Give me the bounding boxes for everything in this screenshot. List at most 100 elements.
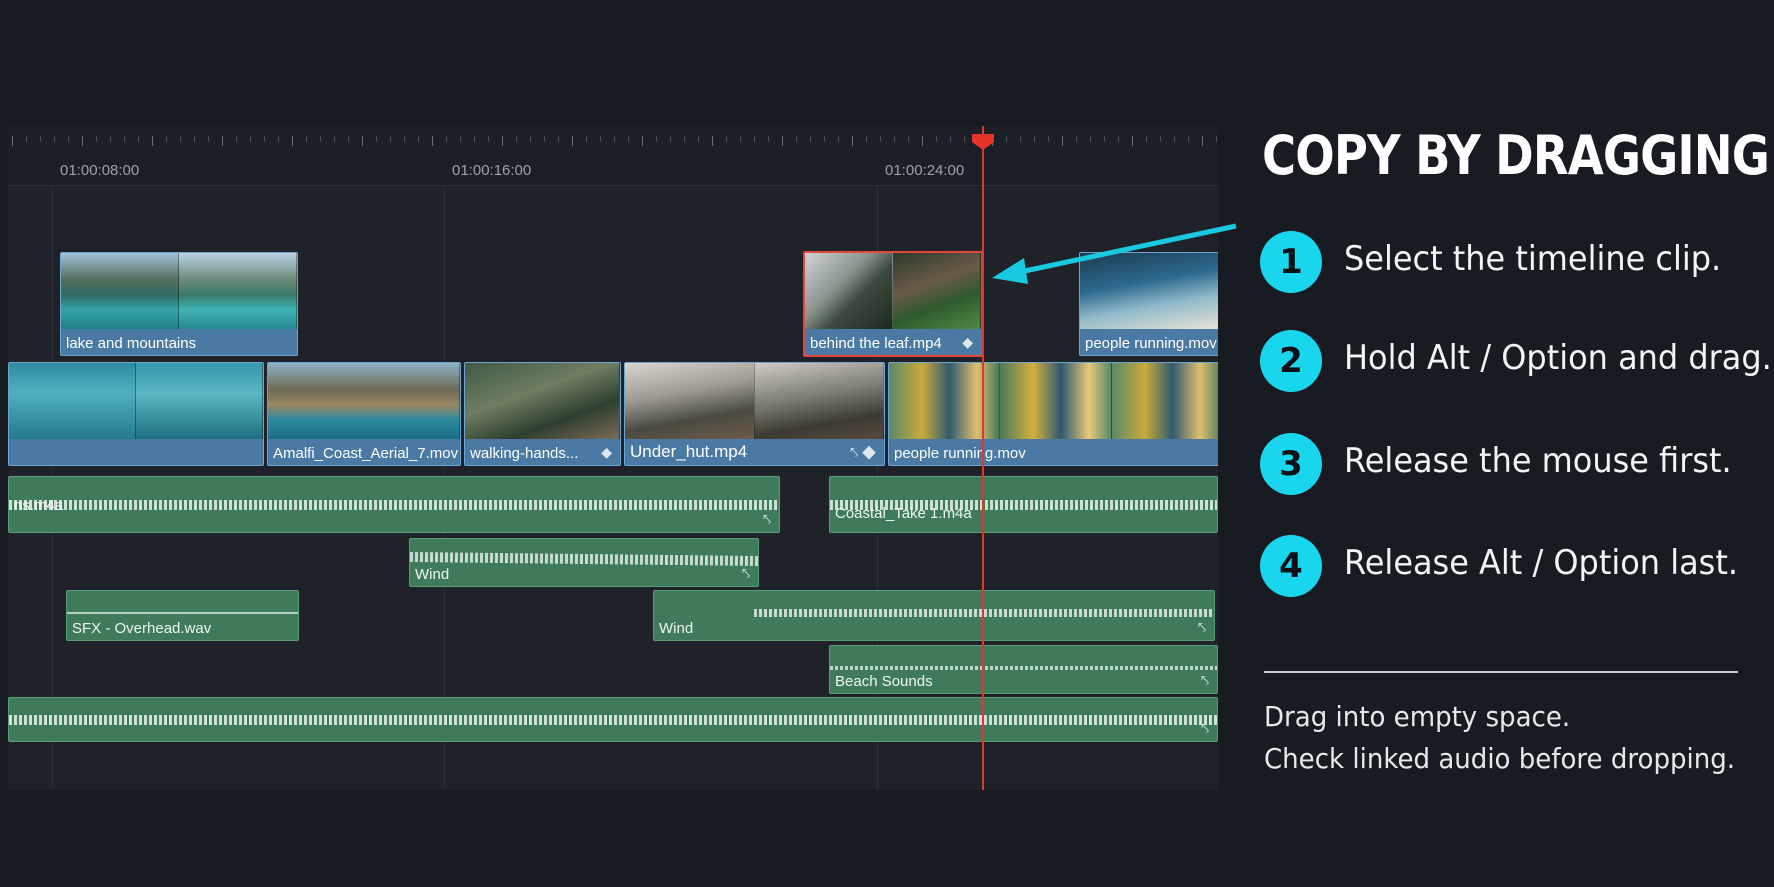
clip-thumbnails	[465, 363, 620, 439]
ruler-tick	[698, 136, 699, 142]
ruler-tick	[152, 136, 153, 146]
clip-thumbnails	[889, 363, 1218, 439]
ruler-tick	[40, 136, 41, 142]
video-clip-behind-the-leaf[interactable]: behind the leaf.mp4 ◆	[803, 251, 983, 357]
ruler-tick	[26, 136, 27, 142]
video-clip-amalfi-coast-aerial[interactable]: Amalfi_Coast_Aerial_7.mov	[267, 362, 461, 466]
ruler-tick	[110, 136, 111, 142]
audio-waveform	[754, 609, 1214, 617]
ruler-tick	[138, 136, 139, 142]
playhead-line[interactable]	[982, 126, 984, 790]
audio-clip-coastal-take[interactable]: Coastal_Take 1.m4a	[829, 476, 1218, 533]
clip-thumbnails	[625, 363, 884, 439]
ruler-tick	[460, 136, 461, 142]
linked-audio-icon: ⤣ ◆	[850, 444, 876, 460]
playhead-marker-icon[interactable]	[972, 134, 994, 150]
video-clip-under-hut[interactable]: Under_hut.mp4 ⤣ ◆	[624, 362, 885, 466]
timeline-ruler[interactable]: 01:00:08:00 01:00:16:00 01:00:24:00	[8, 126, 1218, 186]
volume-handle-icon[interactable]: ⤣	[1198, 619, 1206, 636]
step-number-badge: 4	[1260, 535, 1322, 597]
ruler-tick	[586, 136, 587, 142]
ruler-tick	[1090, 136, 1091, 142]
ruler-tick	[250, 136, 251, 142]
clip-label: Wind	[659, 620, 694, 637]
audio-clip-music[interactable]: ⤣	[8, 697, 1218, 742]
ruler-tick	[488, 136, 489, 142]
timecode-label: 01:00:08:00	[60, 162, 140, 179]
clip-label: Under_hut.mp4	[630, 442, 748, 461]
ruler-tick	[1188, 136, 1189, 142]
volume-handle-icon[interactable]: ⤣	[742, 565, 750, 582]
divider	[1264, 671, 1738, 673]
ruler-tick	[1160, 136, 1161, 142]
clip-thumbnails	[9, 363, 263, 439]
audio-clip-sfx-overhead[interactable]: SFX - Overhead.wav	[66, 590, 299, 641]
ruler-tick	[222, 136, 223, 146]
volume-handle-icon[interactable]: ⤣	[1201, 720, 1209, 737]
timecode-label: 01:00:24:00	[885, 162, 965, 179]
clip-label: ns.m4a	[14, 497, 64, 514]
step-number-badge: 3	[1260, 433, 1322, 495]
ruler-tick	[614, 136, 615, 142]
ruler-tick	[712, 136, 713, 146]
ruler-tick	[474, 136, 475, 142]
clip-label: Beach Sounds	[835, 673, 933, 690]
step-text: Select the timeline clip.	[1344, 239, 1722, 279]
ruler-tick	[908, 136, 909, 142]
ruler-tick	[432, 136, 433, 146]
ruler-tick	[782, 136, 783, 146]
volume-handle-icon[interactable]: ⤣	[763, 511, 771, 528]
ruler-tick	[810, 136, 811, 142]
ruler-tick	[670, 136, 671, 142]
ruler-tick	[124, 136, 125, 142]
video-clip-walking-hands[interactable]: walking-hands... ◆	[464, 362, 621, 466]
video-clip-underwater[interactable]	[8, 362, 264, 466]
ruler-tick	[68, 136, 69, 142]
step-number-badge: 1	[1260, 231, 1322, 293]
ruler-tick	[1020, 136, 1021, 142]
ruler-tick	[292, 136, 293, 146]
audio-clip-ns-m4a[interactable]: ns.m4a ⤣	[8, 476, 780, 533]
ruler-tick	[390, 136, 391, 142]
audio-clip-wind-2[interactable]: Wind ⤣	[653, 590, 1215, 641]
ruler-tick	[362, 136, 363, 146]
ruler-tick	[1076, 136, 1077, 142]
ruler-tick	[1132, 136, 1133, 146]
ruler-tick	[544, 136, 545, 142]
volume-handle-icon[interactable]: ⤣	[1201, 672, 1209, 689]
ruler-tick	[334, 136, 335, 142]
clip-label: Wind	[415, 566, 450, 583]
ruler-tick	[1048, 136, 1049, 142]
instruction-step: 4 Release Alt / Option last.	[1260, 535, 1760, 597]
video-clip-lake-and-mountains[interactable]: lake and mountains	[60, 252, 298, 356]
ruler-tick	[726, 136, 727, 142]
step-text: Release Alt / Option last.	[1344, 543, 1739, 583]
ruler-tick	[530, 136, 531, 142]
instructions-title: COPY BY DRAGGING	[1262, 124, 1770, 187]
audio-clip-beach-sounds[interactable]: Beach Sounds ⤣	[829, 645, 1218, 694]
ruler-tick	[600, 136, 601, 142]
ruler-tick	[376, 136, 377, 142]
audio-waveform	[9, 715, 1217, 725]
ruler-tick	[656, 136, 657, 142]
ruler-tick	[516, 136, 517, 142]
audio-clip-wind-1[interactable]: Wind ⤣	[409, 538, 759, 587]
ruler-tick	[894, 136, 895, 142]
ruler-tick	[306, 136, 307, 142]
ruler-tick	[880, 136, 881, 142]
linked-audio-icon: ◆	[962, 334, 973, 350]
ruler-ticks	[8, 136, 1218, 146]
ruler-tick	[446, 136, 447, 142]
ruler-tick	[236, 136, 237, 142]
step-text: Release the mouse first.	[1344, 441, 1732, 481]
clip-label: Amalfi_Coast_Aerial_7.mov	[273, 445, 459, 462]
timeline-panel[interactable]: 01:00:08:00 01:00:16:00 01:00:24:00 lake…	[8, 126, 1218, 790]
ruler-tick	[1146, 136, 1147, 142]
video-clip-people-running-top[interactable]: people running.mov	[1079, 252, 1218, 356]
ruler-tick	[96, 136, 97, 142]
note-text: Drag into empty space.	[1264, 700, 1571, 733]
clip-label: people running.mov	[894, 445, 1026, 462]
video-clip-people-running[interactable]: people running.mov	[888, 362, 1218, 466]
ruler-tick	[936, 136, 937, 142]
clip-thumbnails	[805, 253, 981, 329]
